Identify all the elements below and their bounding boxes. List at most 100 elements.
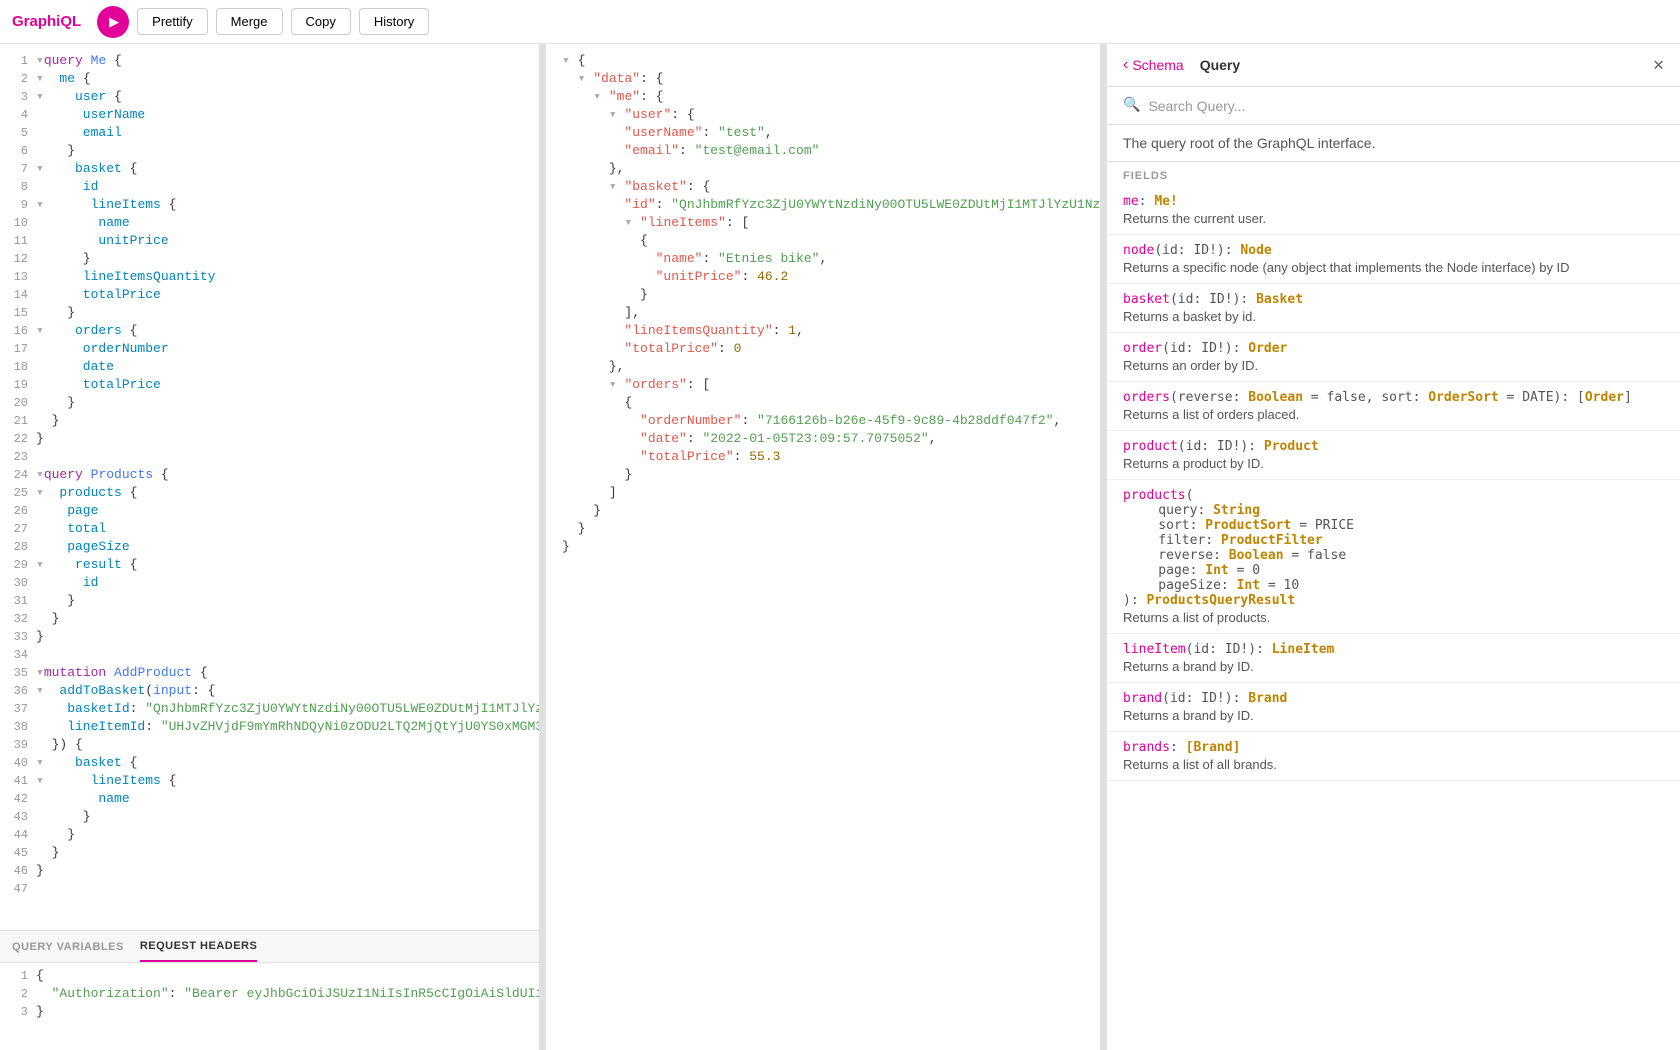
line-number: 3: [0, 1003, 36, 1021]
field-signature: product(id: ID!): Product: [1123, 439, 1664, 454]
query-line: 23: [0, 448, 539, 466]
bottom-code-area: 1{2 "Authorization": "Bearer eyJhbGciOiJ…: [0, 967, 539, 1021]
result-line: "totalPrice": 0: [546, 340, 1100, 358]
schema-field: orders(reverse: Boolean = false, sort: O…: [1107, 382, 1680, 431]
field-signature: order(id: ID!): Order: [1123, 341, 1664, 356]
merge-button[interactable]: Merge: [216, 8, 283, 35]
line-number: 6: [0, 142, 36, 160]
history-button[interactable]: History: [359, 8, 429, 35]
line-content: }: [36, 1003, 539, 1021]
bottom-tabs: QUERY VARIABLES REQUEST HEADERS: [0, 931, 539, 963]
result-line: "name": "Etnies bike",: [546, 250, 1100, 268]
schema-description: The query root of the GraphQL interface.: [1107, 125, 1680, 162]
line-content: ▾ lineItems {: [36, 772, 539, 790]
schema-field: products( query: String sort: ProductSor…: [1107, 480, 1680, 634]
result-content: "userName": "test",: [562, 124, 773, 142]
result-content: {: [562, 394, 632, 412]
line-content: ▾ basket {: [36, 160, 539, 178]
result-line: },: [546, 358, 1100, 376]
line-content: }: [36, 862, 539, 880]
schema-search-input[interactable]: [1148, 98, 1664, 114]
schema-field: node(id: ID!): Node Returns a specific n…: [1107, 235, 1680, 284]
line-number: 17: [0, 340, 36, 358]
line-number: 43: [0, 808, 36, 826]
copy-button[interactable]: Copy: [291, 8, 351, 35]
query-line: 24▾query Products {: [0, 466, 539, 484]
line-content: ▾ me {: [36, 70, 539, 88]
bottom-content[interactable]: 1{2 "Authorization": "Bearer eyJhbGciOiJ…: [0, 963, 539, 1050]
query-editor[interactable]: 1▾query Me {2▾ me {3▾ user {4 userName5 …: [0, 44, 539, 930]
line-number: 26: [0, 502, 36, 520]
line-content: [36, 646, 539, 664]
line-number: 15: [0, 304, 36, 322]
schema-field: me: Me! Returns the current user.: [1107, 186, 1680, 235]
result-line: }: [546, 520, 1100, 538]
result-line: ▾ "data": {: [546, 70, 1100, 88]
result-panel[interactable]: ▾ { ▾ "data": { ▾ "me": { ▾ "user": { "u…: [546, 44, 1101, 1050]
field-signature: brand(id: ID!): Brand: [1123, 691, 1664, 706]
line-content: }: [36, 250, 539, 268]
line-content: page: [36, 502, 539, 520]
field-signature: products( query: String sort: ProductSor…: [1123, 488, 1664, 608]
query-line: 43 }: [0, 808, 539, 826]
line-number: 12: [0, 250, 36, 268]
field-description: Returns a product by ID.: [1123, 456, 1664, 471]
line-content: ▾ user {: [36, 88, 539, 106]
line-content: name: [36, 214, 539, 232]
line-content: ▾ lineItems {: [36, 196, 539, 214]
tab-request-headers[interactable]: REQUEST HEADERS: [140, 932, 258, 962]
line-content: ▾ addToBasket(input: {: [36, 682, 539, 700]
result-line: "date": "2022-01-05T23:09:57.7075052",: [546, 430, 1100, 448]
line-content: [36, 448, 539, 466]
line-content: }: [36, 304, 539, 322]
schema-header: ‹ Schema Query ✕: [1107, 44, 1680, 87]
query-line: 30 id: [0, 574, 539, 592]
result-line: ▾ "lineItems": [: [546, 214, 1100, 232]
line-number: 38: [0, 718, 36, 736]
field-signature: orders(reverse: Boolean = false, sort: O…: [1123, 390, 1664, 405]
line-content: [36, 880, 539, 898]
schema-field: basket(id: ID!): Basket Returns a basket…: [1107, 284, 1680, 333]
result-content: }: [562, 286, 648, 304]
query-line: 7▾ basket {: [0, 160, 539, 178]
line-content: ▾ products {: [36, 484, 539, 502]
line-number: 31: [0, 592, 36, 610]
query-line: 44 }: [0, 826, 539, 844]
line-number: 2: [0, 70, 36, 88]
line-content: {: [36, 967, 539, 985]
run-button[interactable]: [97, 6, 129, 38]
line-number: 35: [0, 664, 36, 682]
close-button[interactable]: ✕: [1653, 54, 1664, 76]
line-content: ▾mutation AddProduct {: [36, 664, 539, 682]
line-number: 23: [0, 448, 36, 466]
query-line: 33}: [0, 628, 539, 646]
query-line: 37 basketId: "QnJhbmRfYzc3ZjU0YWYtNzdiNy…: [0, 700, 539, 718]
schema-search: 🔍: [1107, 87, 1680, 125]
line-content: }: [36, 610, 539, 628]
tab-query-variables[interactable]: QUERY VARIABLES: [12, 933, 124, 961]
line-number: 20: [0, 394, 36, 412]
line-number: 27: [0, 520, 36, 538]
line-number: 32: [0, 610, 36, 628]
line-number: 18: [0, 358, 36, 376]
result-content: ▾ "orders": [: [562, 376, 710, 394]
line-number: 36: [0, 682, 36, 700]
line-number: 14: [0, 286, 36, 304]
result-content: ▾ "user": {: [562, 106, 695, 124]
schema-field: lineItem(id: ID!): LineItem Returns a br…: [1107, 634, 1680, 683]
main-area: 1▾query Me {2▾ me {3▾ user {4 userName5 …: [0, 44, 1680, 1050]
field-description: Returns an order by ID.: [1123, 358, 1664, 373]
line-number: 28: [0, 538, 36, 556]
left-panel: 1▾query Me {2▾ me {3▾ user {4 userName5 …: [0, 44, 540, 1050]
prettify-button[interactable]: Prettify: [137, 8, 207, 35]
line-content: id: [36, 178, 539, 196]
query-line: 25▾ products {: [0, 484, 539, 502]
query-line: 20 }: [0, 394, 539, 412]
query-line: 13 lineItemsQuantity: [0, 268, 539, 286]
schema-link-label[interactable]: Schema: [1132, 57, 1183, 73]
line-number: 1: [0, 52, 36, 70]
result-line: ▾ {: [546, 52, 1100, 70]
line-content: ▾ orders {: [36, 322, 539, 340]
schema-link[interactable]: ‹ Schema: [1123, 56, 1184, 74]
line-number: 41: [0, 772, 36, 790]
